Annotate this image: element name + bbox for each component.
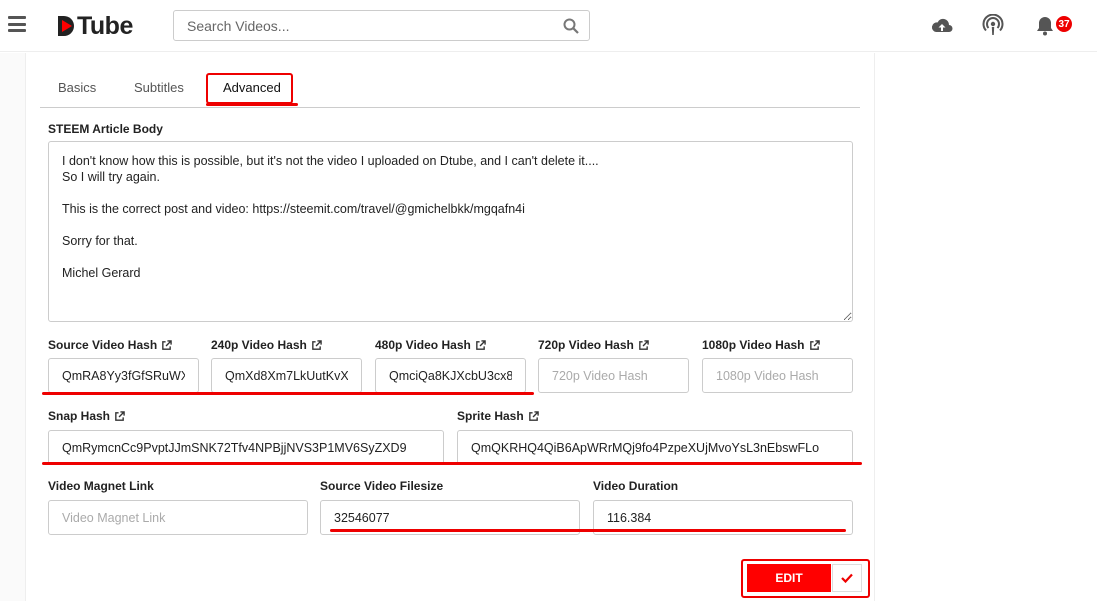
hash-240-label: 240p Video Hash xyxy=(211,338,322,352)
annotation-underline-filesize-duration xyxy=(330,529,846,532)
tab-subtitles[interactable]: Subtitles xyxy=(134,80,184,95)
snap-hash-input[interactable] xyxy=(48,430,444,465)
sidebar-gutter xyxy=(0,53,26,601)
snap-hash-label-text: Snap Hash xyxy=(48,409,111,423)
hash-480-label: 480p Video Hash xyxy=(375,338,486,352)
source-hash-label: Source Video Hash xyxy=(48,338,172,352)
hash-480-label-text: 480p Video Hash xyxy=(375,338,471,352)
menu-icon[interactable] xyxy=(8,16,26,32)
hash-1080-input[interactable] xyxy=(702,358,853,393)
notification-badge: 37 xyxy=(1055,15,1073,33)
hash-240-label-text: 240p Video Hash xyxy=(211,338,307,352)
filesize-label: Source Video Filesize xyxy=(320,479,444,493)
external-link-icon[interactable] xyxy=(809,339,820,351)
search-box xyxy=(173,10,590,41)
magnet-label: Video Magnet Link xyxy=(48,479,154,493)
external-link-icon[interactable] xyxy=(311,339,322,351)
tab-basics[interactable]: Basics xyxy=(58,80,96,95)
hash-720-input[interactable] xyxy=(538,358,689,393)
edit-tabs: Basics Subtitles Advanced xyxy=(40,72,860,108)
article-body-label: STEEM Article Body xyxy=(48,122,163,136)
hash-480-input[interactable] xyxy=(375,358,526,393)
logo-play-icon xyxy=(58,16,74,36)
sprite-hash-label-text: Sprite Hash xyxy=(457,409,524,423)
confirm-button[interactable] xyxy=(832,564,862,592)
annotation-underline-snap-sprite xyxy=(42,462,862,465)
notification-bell-icon[interactable] xyxy=(1033,14,1057,38)
source-hash-input[interactable] xyxy=(48,358,199,393)
external-link-icon[interactable] xyxy=(638,339,649,351)
top-bar: Tube 37 xyxy=(0,0,1097,52)
external-link-icon[interactable] xyxy=(161,339,172,351)
external-link-icon[interactable] xyxy=(528,410,539,422)
podcast-icon[interactable] xyxy=(981,14,1005,38)
content-divider xyxy=(874,53,875,601)
dtube-logo[interactable]: Tube xyxy=(56,12,133,40)
hash-1080-label: 1080p Video Hash xyxy=(702,338,820,352)
upload-cloud-icon[interactable] xyxy=(930,14,954,38)
edit-button[interactable]: EDIT xyxy=(747,564,831,592)
active-tab-underline xyxy=(206,103,298,106)
snap-hash-label: Snap Hash xyxy=(48,409,125,423)
tab-advanced[interactable]: Advanced xyxy=(223,80,281,95)
hash-240-input[interactable] xyxy=(211,358,362,393)
checkmark-icon xyxy=(841,573,853,583)
search-icon[interactable] xyxy=(563,18,579,34)
sprite-hash-input[interactable] xyxy=(457,430,853,465)
search-input[interactable] xyxy=(174,11,544,40)
magnet-input[interactable] xyxy=(48,500,308,535)
source-hash-label-text: Source Video Hash xyxy=(48,338,158,352)
external-link-icon[interactable] xyxy=(475,339,486,351)
hash-1080-label-text: 1080p Video Hash xyxy=(702,338,805,352)
hash-720-label: 720p Video Hash xyxy=(538,338,649,352)
article-body-textarea[interactable]: I don't know how this is possible, but i… xyxy=(48,141,853,322)
sprite-hash-label: Sprite Hash xyxy=(457,409,539,423)
hash-720-label-text: 720p Video Hash xyxy=(538,338,634,352)
external-link-icon[interactable] xyxy=(114,410,125,422)
duration-label: Video Duration xyxy=(593,479,679,493)
annotation-underline-hashes xyxy=(42,392,534,395)
logo-text: Tube xyxy=(77,11,133,40)
